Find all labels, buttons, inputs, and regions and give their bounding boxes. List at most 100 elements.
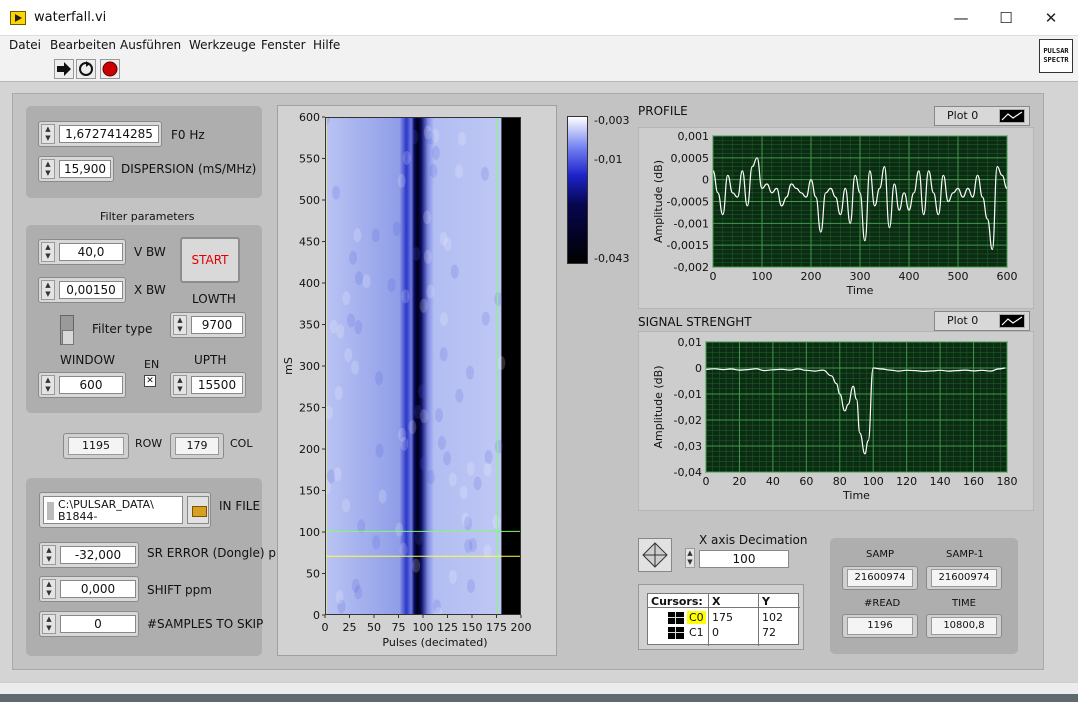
sr-error-value[interactable]: -32,000 [60,546,136,564]
col-indicator: 179 [170,433,224,459]
upth-control[interactable]: ▲ ▼ 15500 [170,372,246,398]
samp-indicator: 21600974 [842,566,918,590]
samples-skip-spinner-icon[interactable]: ▲ ▼ [42,614,56,634]
cursor-move-pad[interactable] [638,538,672,572]
in-file-control[interactable]: C:\PULSAR_DATA\ B1844- [39,492,211,528]
signal-ytick-label: -0,01 [674,388,702,401]
upth-label: UPTH [194,353,227,367]
col-label: COL [230,437,253,450]
waterfall-ytick-label: 50 [306,568,320,581]
waterfall-ytick-label: 300 [299,360,320,373]
menu-datei[interactable]: Datei [9,38,41,52]
in-file-label: IN FILE [219,499,261,513]
signal-legend[interactable]: Plot 0 [934,311,1030,331]
vbw-value[interactable]: 40,0 [59,243,123,261]
shift-spinner-icon[interactable]: ▲ ▼ [42,579,56,599]
cursor-c0-icon[interactable] [668,612,684,624]
en-label: EN [144,358,160,371]
samples-skip-value[interactable]: 0 [60,615,136,633]
waterfall-xtick-label: 0 [322,621,329,634]
profile-graph[interactable]: 0 100 200 300 400 500 600 0,001 0,0005 0 -0,0005 -0… [638,127,1034,309]
profile-legend[interactable]: Plot 0 [934,106,1030,126]
menu-werkzeuge[interactable]: Werkzeuge [189,38,256,52]
decimation-spinner-icon[interactable]: ▲ ▼ [685,548,695,568]
window-control[interactable]: ▲ ▼ 600 [38,372,126,398]
cursor-c1-name[interactable]: C1 [689,626,704,639]
menu-bearbeiten[interactable]: Bearbeiten [50,38,116,52]
signal-ylabel: Amplitude (dB) [652,366,665,449]
background-window-strip [0,694,1078,702]
signal-strength-graph[interactable]: 0 20 40 60 80 100 120 140 160 180 0,01 0 -0,01 -0,02 -… [638,331,1034,511]
f0-spinner-icon[interactable]: ▲ ▼ [41,124,55,144]
waterfall-ytick-label: 100 [299,526,320,539]
samples-skip-control[interactable]: ▲ ▼ 0 [39,611,139,637]
vbw-spinner-icon[interactable]: ▲ ▼ [41,242,55,262]
profile-xtick-label: 400 [899,270,920,283]
upth-spinner-icon[interactable]: ▲ ▼ [173,375,187,395]
vbw-control[interactable]: ▲ ▼ 40,0 [38,239,126,265]
colorbar-tick-bottom: -0,043 [594,252,630,265]
dispersion-value[interactable]: 15,900 [59,160,111,178]
menu-bar: Datei Bearbeiten Ausführen Werkzeuge Fen… [0,36,1078,56]
waterfall-ytick-label: 350 [299,319,320,332]
colorbar-tick-mid: -0,01 [594,153,623,166]
menu-fenster[interactable]: Fenster [261,38,306,52]
signal-xtick-label: 80 [833,475,847,488]
run-continuous-button[interactable] [76,59,96,79]
waterfall-xtick-label: 200 [511,621,532,634]
horizontal-scrollbar[interactable] [0,682,1078,694]
f0-control[interactable]: ▲ ▼ 1,6727414285 [38,121,162,147]
lowth-value[interactable]: 9700 [191,316,243,334]
signal-xtick-label: 40 [766,475,780,488]
xbw-control[interactable]: ▲ ▼ 0,00150 [38,277,126,303]
sr-error-spinner-icon[interactable]: ▲ ▼ [42,545,56,565]
in-file-path[interactable]: C:\PULSAR_DATA\ B1844- [43,496,183,524]
minimize-button[interactable]: — [938,0,984,36]
abort-button[interactable] [100,59,120,79]
decimation-control[interactable]: ▲ ▼ 100 [685,547,791,571]
close-button[interactable]: ✕ [1028,0,1074,36]
window-spinner-icon[interactable]: ▲ ▼ [41,375,55,395]
lowth-spinner-icon[interactable]: ▲ ▼ [173,315,187,335]
vi-icon-text-1: PULSAR [1043,47,1069,55]
shift-control[interactable]: ▲ ▼ 0,000 [39,576,139,602]
sr-error-control[interactable]: ▲ ▼ -32,000 [39,542,139,568]
menu-ausfuehren[interactable]: Ausführen [120,38,181,52]
waterfall-xtick-label: 50 [367,621,381,634]
dispersion-spinner-icon[interactable]: ▲ ▼ [41,159,55,179]
vbw-label: V BW [134,245,166,259]
waterfall-ylabel: mS [282,357,295,375]
signal-xtick-label: 180 [997,475,1018,488]
upth-value[interactable]: 15500 [191,376,243,394]
menu-hilfe[interactable]: Hilfe [313,38,340,52]
window-value[interactable]: 600 [59,376,123,394]
waterfall-xtick-label: 150 [462,621,483,634]
filter-params-title: Filter parameters [100,210,195,223]
lowth-control[interactable]: ▲ ▼ 9700 [170,312,246,338]
browse-folder-icon[interactable] [187,496,209,524]
xbw-value[interactable]: 0,00150 [59,281,123,299]
colorbar-tick-top: -0,003 [594,114,630,127]
dispersion-control[interactable]: ▲ ▼ 15,900 [38,156,114,182]
waterfall-ytick-label: 150 [299,485,320,498]
waterfall-xlabel: Pulses (decimated) [382,636,487,649]
filter-type-switch[interactable] [60,315,74,345]
maximize-button[interactable]: ☐ [983,0,1029,36]
shift-value[interactable]: 0,000 [60,580,136,598]
en-checkbox[interactable]: ✕ [144,375,156,387]
xbw-spinner-icon[interactable]: ▲ ▼ [41,280,55,300]
time-value: 10800,8 [931,617,997,635]
start-button[interactable]: START [180,237,240,283]
filter-panel: ▲ ▼ 40,0 V BW ▲ ▼ 0,00150 X BW START LOWTH… [26,225,262,413]
cursor-c1-icon[interactable] [668,627,684,639]
cursor-col-divider-1 [708,594,709,646]
signal-params-panel: ▲ ▼ 1,6727414285 F0 Hz ▲ ▼ 15,900 DISPERSI… [26,106,262,198]
f0-value[interactable]: 1,6727414285 [59,125,159,143]
decimation-value[interactable]: 100 [699,550,789,568]
cursor-c0-name[interactable]: C0 [687,611,706,624]
xbw-label: X BW [134,283,166,297]
waterfall-xtick-label: 25 [343,621,357,634]
waterfall-ytick-label: 500 [299,194,320,207]
run-button[interactable] [54,59,74,79]
cursor-c0-y: 102 [762,611,783,624]
